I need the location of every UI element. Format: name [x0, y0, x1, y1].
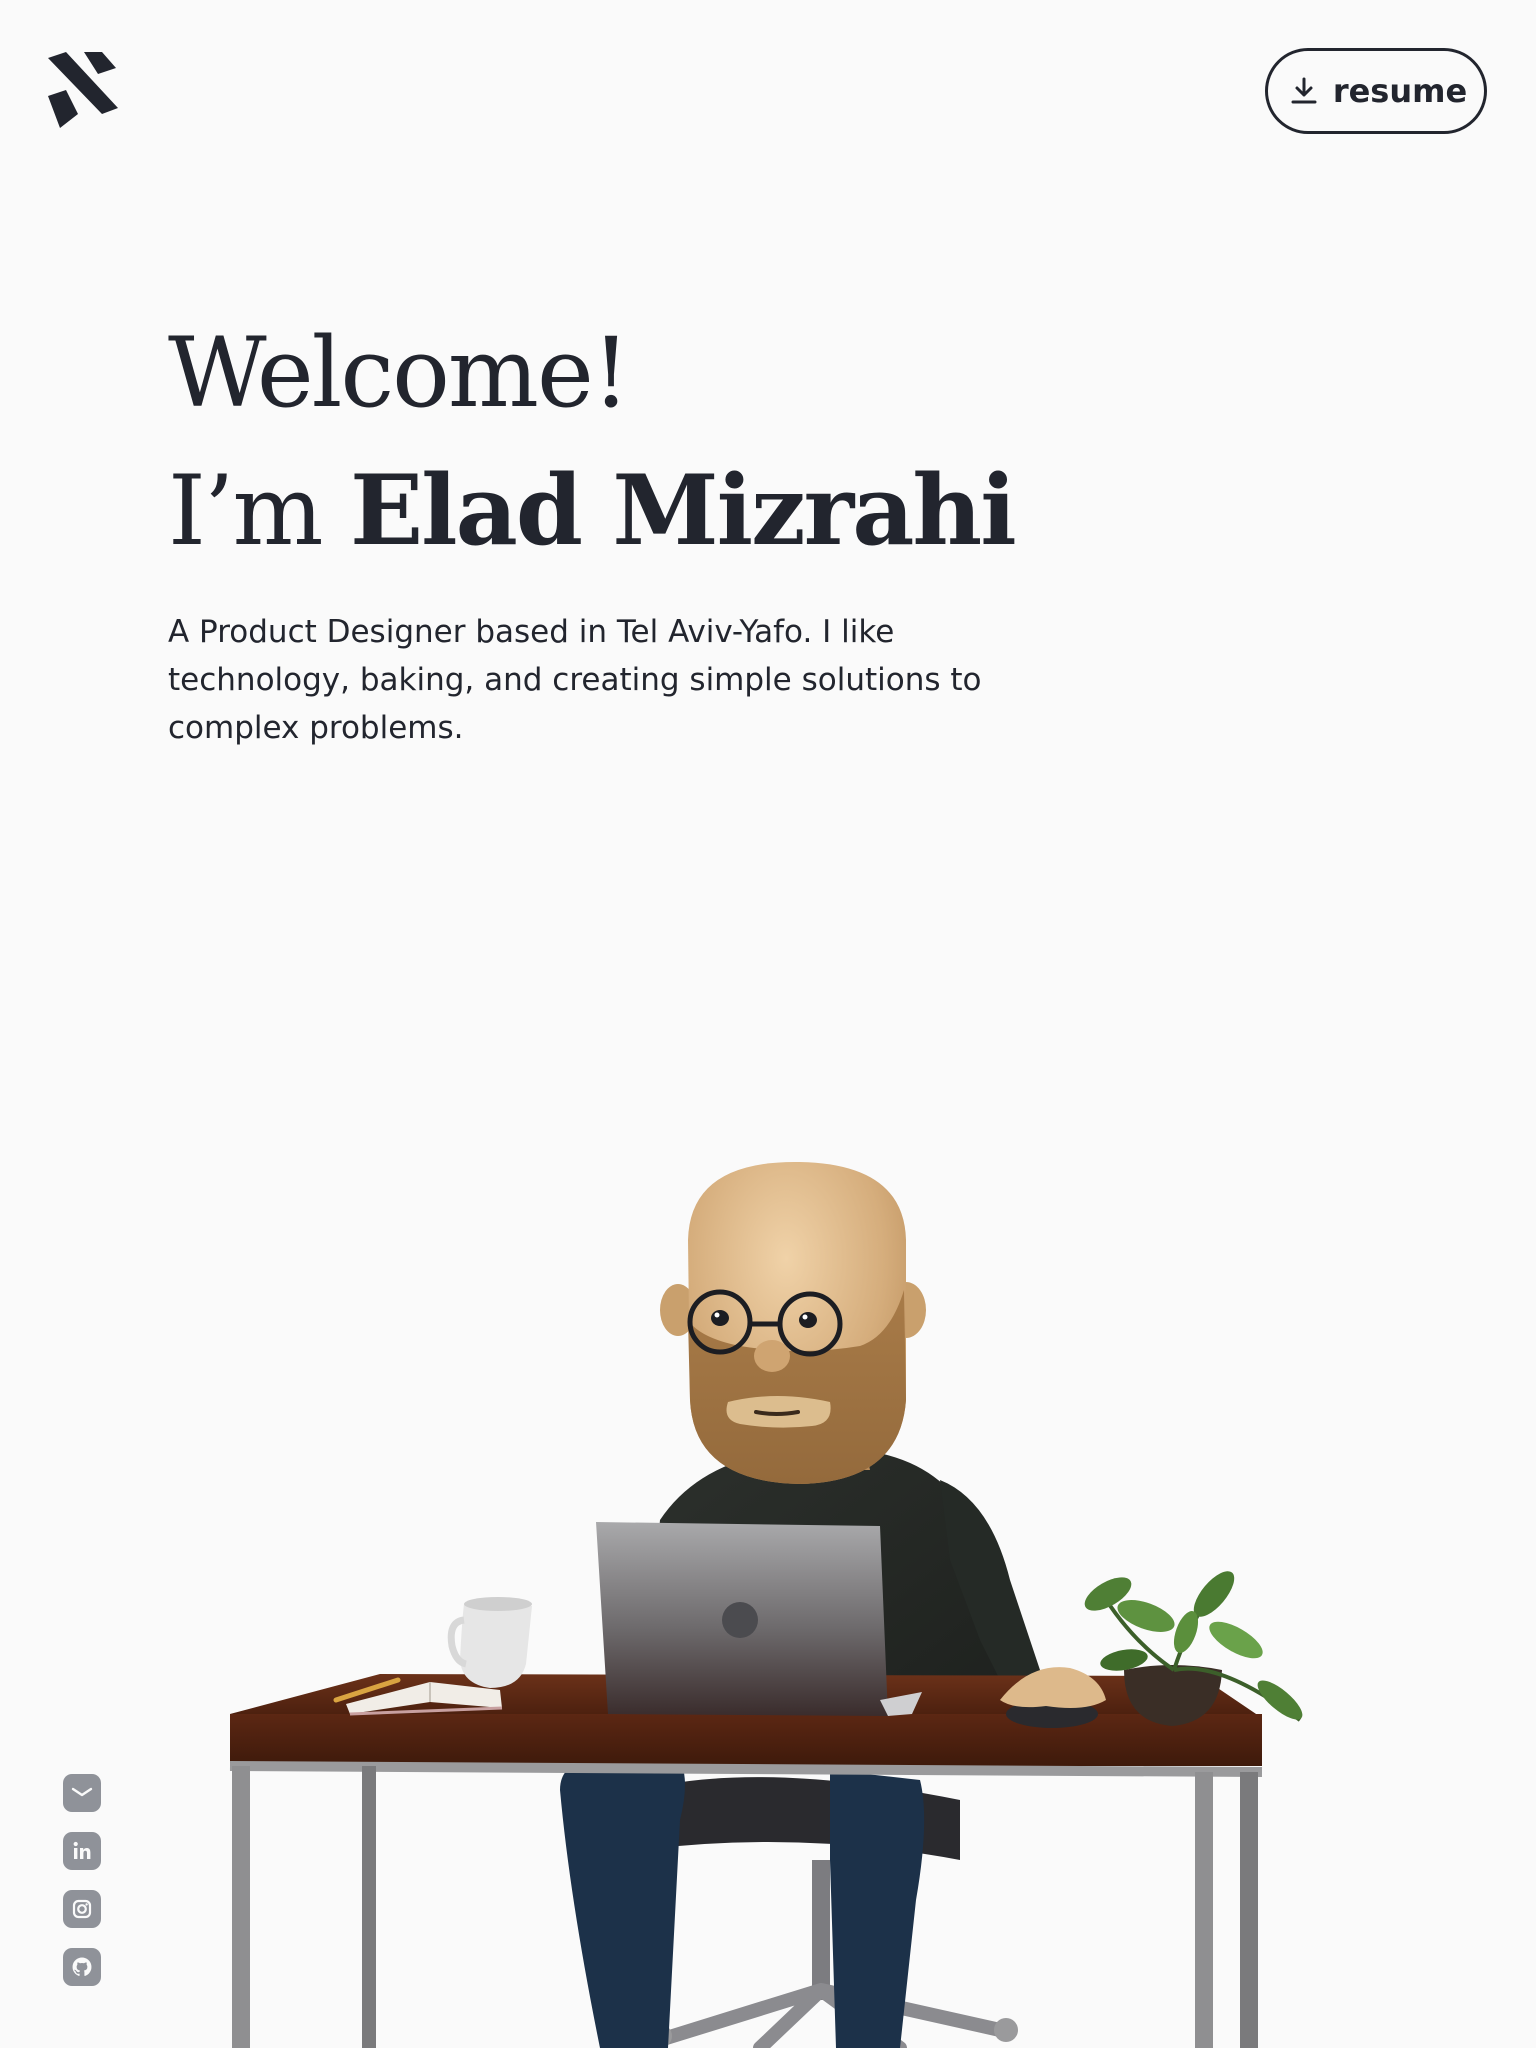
github-link[interactable]	[63, 1948, 101, 1986]
resume-label: resume	[1332, 72, 1468, 110]
instagram-link[interactable]	[63, 1890, 101, 1928]
person-name: Elad Mizrahi	[349, 454, 1017, 567]
welcome-heading: Welcome!	[168, 317, 630, 429]
avatar-at-desk-illustration	[229, 1161, 1303, 2048]
desk	[229, 1674, 1263, 2048]
github-icon	[72, 1957, 92, 1976]
mail-link[interactable]	[63, 1774, 101, 1812]
laptop	[596, 1522, 922, 1716]
resume-download-button[interactable]: resume	[1265, 48, 1487, 134]
hero-section: Welcome! I’m Elad Mizrahi A Product Desi…	[168, 318, 1068, 752]
download-icon	[1291, 77, 1317, 104]
intro-heading: I’m Elad Mizrahi	[168, 454, 1068, 567]
linkedin-link[interactable]	[63, 1832, 101, 1870]
office-chair	[640, 1777, 1018, 2048]
mail-icon	[71, 1787, 93, 1797]
tagline: A Product Designer based in Tel Aviv-Yaf…	[168, 614, 982, 746]
social-links	[63, 1774, 101, 1986]
linkedin-icon	[73, 1841, 91, 1859]
intro-prefix: I’m	[168, 455, 350, 567]
avatar-head	[660, 1161, 926, 1484]
instagram-icon	[72, 1899, 92, 1919]
brand-monogram-icon[interactable]	[46, 52, 120, 130]
page: resume Welcome! I’m Elad Mizrahi A Produ…	[0, 0, 1536, 2048]
